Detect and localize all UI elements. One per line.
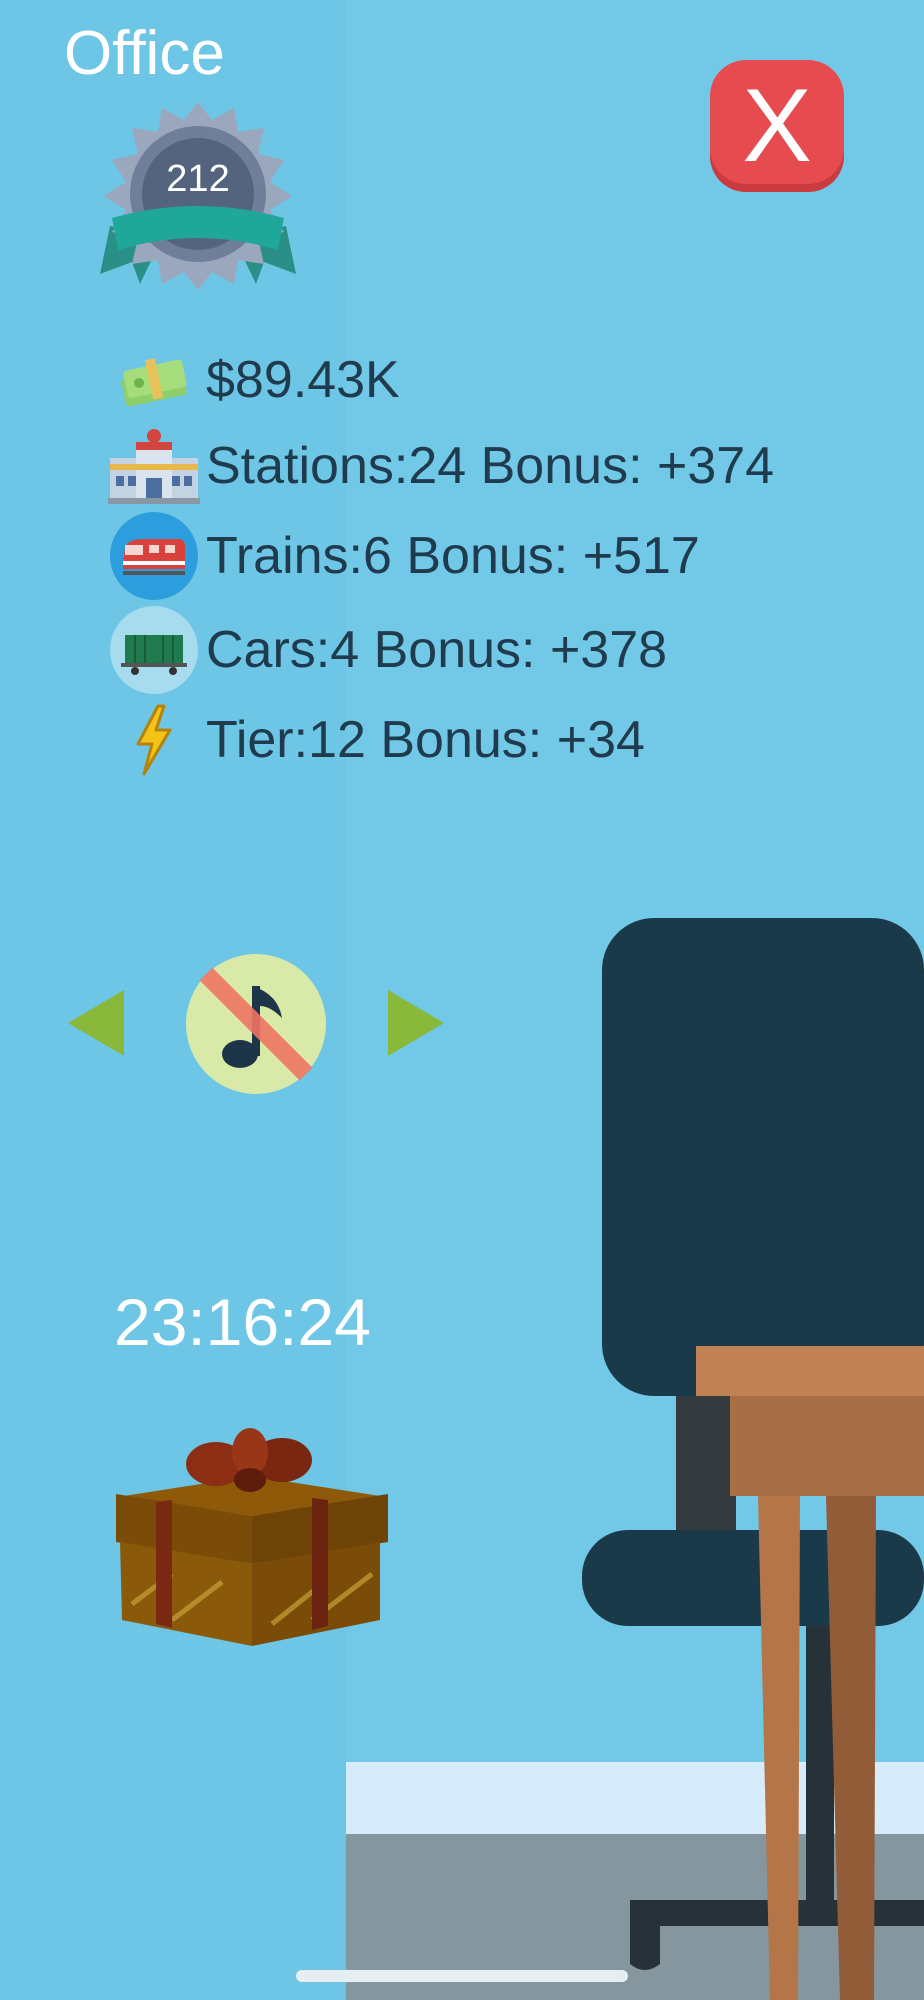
home-indicator [296, 1970, 628, 1982]
music-muted-icon [199, 967, 313, 1081]
gift-icon[interactable] [112, 1424, 392, 1650]
money-value: $89.43K [206, 351, 400, 409]
level-value: 212 [166, 158, 230, 200]
stat-money: $89.43K [108, 338, 400, 422]
station-icon [108, 424, 200, 508]
cars-text: Cars:4 Bonus: +378 [206, 621, 668, 679]
stat-stations: Stations:24 Bonus: +374 [108, 424, 774, 508]
music-toggle-button[interactable] [186, 954, 326, 1094]
close-button[interactable]: X [710, 60, 844, 192]
stations-text: Stations:24 Bonus: +374 [206, 437, 775, 495]
next-arrow-icon[interactable] [386, 988, 446, 1058]
chair-post [676, 1396, 736, 1546]
previous-arrow-icon[interactable] [66, 988, 126, 1058]
money-icon [108, 338, 200, 422]
chair-back [602, 918, 924, 1396]
office-scene [346, 0, 924, 2000]
page-title: Office [64, 19, 225, 88]
tier-text: Tier:12 Bonus: +34 [206, 711, 645, 769]
stat-cars: Cars:4 Bonus: +378 [108, 606, 668, 694]
stat-tier: Tier:12 Bonus: +34 [108, 698, 645, 782]
gift-timer: 23:16:24 [114, 1285, 371, 1359]
freight-car-icon [108, 606, 200, 694]
close-label: X [742, 68, 812, 184]
desk-apron [730, 1396, 924, 1496]
stat-trains: Trains:6 Bonus: +517 [108, 512, 700, 600]
desk-top [696, 1346, 924, 1396]
chair-stem [806, 1626, 834, 1926]
lightning-icon [108, 698, 200, 782]
trains-text: Trains:6 Bonus: +517 [206, 527, 700, 585]
train-icon [108, 512, 200, 600]
